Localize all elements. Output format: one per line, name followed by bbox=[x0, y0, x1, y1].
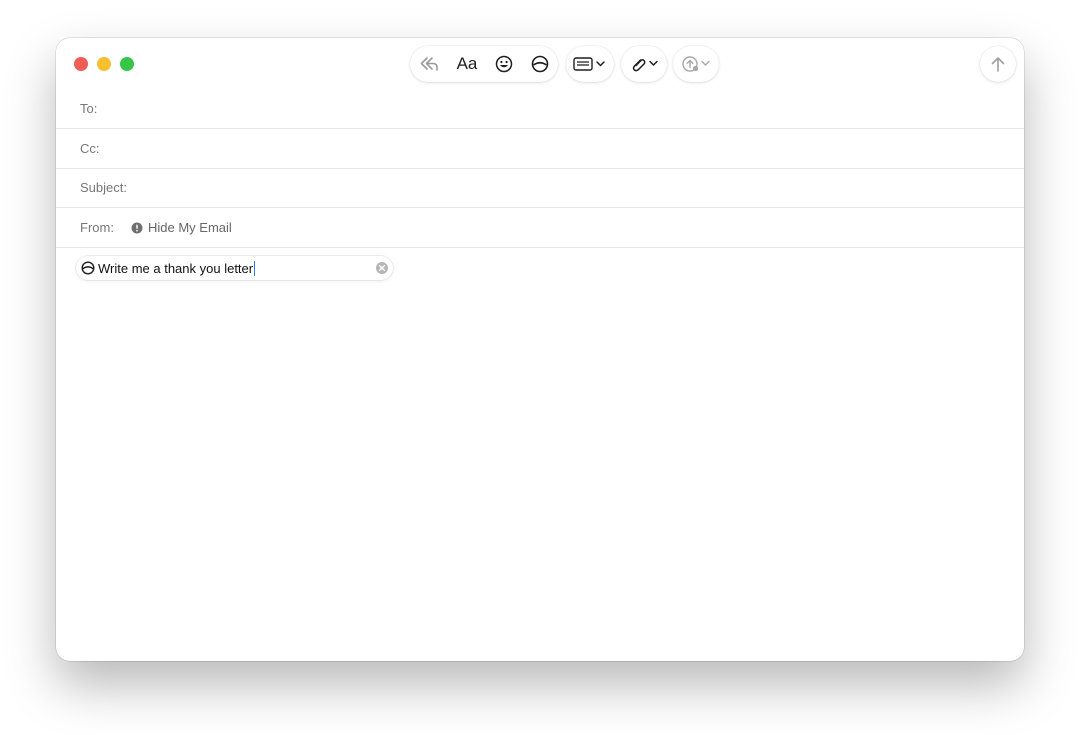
reply-arrow-icon bbox=[420, 57, 438, 71]
attachment-button[interactable] bbox=[621, 46, 667, 82]
send-button[interactable] bbox=[980, 46, 1016, 82]
cc-input[interactable] bbox=[166, 137, 1000, 161]
minimize-window-button[interactable] bbox=[97, 57, 111, 71]
close-window-button[interactable] bbox=[74, 57, 88, 71]
title-bar: Aa bbox=[56, 38, 1024, 90]
header-fields-group bbox=[566, 46, 614, 82]
writing-tools-button[interactable] bbox=[522, 46, 558, 82]
writing-tools-icon bbox=[531, 55, 549, 73]
writing-tools-icon bbox=[81, 261, 95, 275]
format-label: Aa bbox=[456, 54, 478, 73]
emoji-button[interactable] bbox=[486, 46, 522, 82]
arrow-up-icon bbox=[991, 57, 1005, 72]
upload-group bbox=[673, 46, 719, 82]
text-caret bbox=[253, 261, 256, 276]
from-label: From: bbox=[80, 220, 114, 235]
reply-button[interactable] bbox=[410, 46, 448, 82]
zoom-window-button[interactable] bbox=[120, 57, 134, 71]
cc-label: Cc: bbox=[80, 141, 100, 156]
format-button[interactable]: Aa bbox=[448, 46, 486, 82]
smiley-icon bbox=[495, 55, 513, 73]
header-fields-button[interactable] bbox=[566, 46, 614, 82]
attachment-group bbox=[621, 46, 667, 82]
upload-button[interactable] bbox=[673, 46, 719, 82]
subject-field-row: Subject: bbox=[56, 168, 1024, 208]
writing-prompt-field[interactable]: Write me a thank you letter bbox=[76, 256, 393, 280]
to-field-row: To: bbox=[56, 89, 1024, 129]
to-input[interactable] bbox=[166, 97, 1000, 121]
to-label: To: bbox=[80, 101, 98, 116]
header-fields-icon bbox=[573, 57, 605, 71]
clear-icon[interactable] bbox=[375, 261, 389, 275]
from-value: Hide My Email bbox=[148, 220, 232, 235]
format-toolbar-group: Aa bbox=[410, 46, 558, 82]
from-field-row: From: Hide My Email bbox=[56, 208, 1024, 248]
subject-label: Subject: bbox=[80, 180, 127, 195]
subject-input[interactable] bbox=[166, 176, 1000, 200]
from-account-selector[interactable]: Hide My Email bbox=[131, 220, 232, 235]
paperclip-icon bbox=[632, 59, 658, 72]
cc-field-row: Cc: bbox=[56, 129, 1024, 169]
writing-prompt-input[interactable]: Write me a thank you letter bbox=[98, 261, 256, 276]
cloud-upload-icon bbox=[682, 56, 710, 72]
mail-compose-window: Aa To: Cc: Subject: From: Hide My Email … bbox=[56, 38, 1024, 661]
writing-prompt-text: Write me a thank you letter bbox=[98, 261, 254, 276]
info-icon bbox=[131, 222, 143, 233]
